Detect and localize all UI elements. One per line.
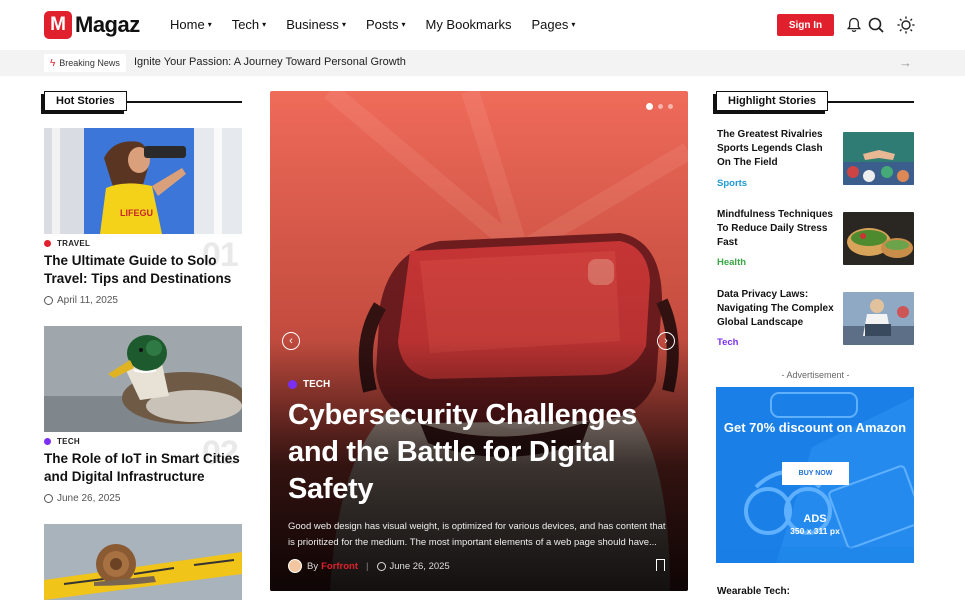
story-title[interactable]: The Role of IoT in Smart Cities and Digi… [44,450,244,486]
by-label: By [307,560,319,572]
highlight-title[interactable]: Data Privacy Laws: Navigating The Comple… [717,288,839,330]
snail-photo [44,524,242,600]
mallard-duck-photo [44,326,242,432]
breaking-news-label: Breaking News [59,58,120,68]
section-title: Hot Stories [44,91,127,111]
hero-meta: By Forfront | June 26, 2025 [288,559,450,573]
slider-dot[interactable] [646,103,653,110]
nav-item-label: My Bookmarks [425,17,512,32]
nav-item-label: Posts [365,17,399,32]
story-date: April 11, 2025 [44,295,118,306]
breaking-news-headline[interactable]: Ignite Your Passion: A Journey Toward Pe… [134,56,406,68]
site-logo[interactable]: M Magaz [44,11,140,39]
section-title: Highlight Stories [716,91,828,111]
author-avatar[interactable] [288,559,302,573]
nav-item-pages[interactable]: Pages ▾ [531,17,575,32]
highlight-title[interactable]: The Greatest Rivalries Sports Legends Cl… [717,128,839,170]
food-plate-photo [843,212,914,265]
svg-text:LIFEGU: LIFEGU [120,208,153,218]
ad-size-label: 350 x 311 px [790,526,840,536]
slider-dot[interactable] [668,104,673,109]
chevron-down-icon: ▾ [262,20,267,29]
nav-item-posts[interactable]: Posts ▾ [366,17,406,32]
breaking-news-bar: ϟ Breaking News Ignite Your Passion: A J… [0,50,965,76]
sun-icon[interactable] [897,16,915,34]
story-category[interactable]: TRAVEL [44,239,90,248]
breaking-news-badge: ϟ Breaking News [44,54,126,72]
highlight-category[interactable]: Health [717,257,746,268]
chevron-down-icon: ▾ [571,20,576,29]
sports-handshake-photo [843,132,914,185]
story-title[interactable]: The Ultimate Guide to Solo Travel: Tips … [44,252,244,288]
highlight-title[interactable]: Mindfulness Techniques To Reduce Daily S… [717,208,839,250]
category-label: TECH [57,437,80,446]
chevron-down-icon: ▾ [341,20,346,29]
clock-icon [44,296,53,305]
chevron-down-icon: ▾ [207,20,212,29]
logo-text: Magaz [75,12,140,37]
ad-banner[interactable]: Get 70% discount on Amazon BUY NOW ADS 3… [716,387,914,563]
slider-dot[interactable] [658,104,663,109]
story-category[interactable]: TECH [44,437,80,446]
chevron-right-icon[interactable]: › [657,332,675,350]
chevron-left-icon[interactable]: ‹ [282,332,300,350]
clock-icon [44,494,53,503]
vr-headset-photo [270,91,688,591]
meta-divider: | [366,560,369,572]
nav-item-label: Tech [231,17,260,32]
category-label: TRAVEL [57,239,91,248]
site-header: M Magaz Home ▾ Tech ▾ Business ▾ Posts ▾ My … [0,0,965,50]
highlight-image[interactable] [843,212,914,265]
sign-in-button[interactable]: Sign In [777,14,834,36]
hero-excerpt: Good web design has visual weight, is op… [288,521,666,548]
search-icon[interactable] [867,16,885,34]
hero-date: June 26, 2025 [389,560,450,572]
highlight-title[interactable]: Wearable Tech: [717,586,790,597]
highlight-category[interactable]: Tech [717,337,738,348]
nav-item-label: Pages [531,17,569,32]
traveler-binoculars-photo: LIFEGU [44,128,242,234]
laptop-street-photo [843,292,914,345]
logo-mark: M [44,11,72,39]
nav-item-label: Business [286,17,339,32]
story-image[interactable] [44,326,242,432]
author-name[interactable]: Forfront [321,561,358,572]
highlight-category[interactable]: Sports [717,178,747,189]
nav-item-label: Home [170,17,205,32]
chevron-down-icon: ▾ [401,20,406,29]
bell-icon[interactable] [845,16,863,34]
hot-stories-heading: Hot Stories [44,91,242,117]
category-label: TECH [303,379,331,390]
lightning-icon: ϟ [50,57,56,69]
slider-dots [646,103,678,110]
hero-title[interactable]: Cybersecurity Challenges and the Battle … [288,397,678,508]
clock-icon [376,561,386,571]
bookmark-icon[interactable] [656,559,665,571]
ad-sub-label: ADS [803,513,827,525]
story-date: June 26, 2025 [44,493,120,504]
date-label: June 26, 2025 [57,493,121,504]
category-dot [44,240,51,247]
ad-headline: Get 70% discount on Amazon [723,420,907,435]
story-image[interactable]: LIFEGU [44,128,242,234]
story-image[interactable] [44,524,242,600]
category-dot [288,380,297,389]
arrow-right-icon[interactable]: → [899,55,912,70]
main-nav: Home ▾ Tech ▾ Business ▾ Posts ▾ My Bookmark… [170,17,595,32]
date-label: April 11, 2025 [57,295,118,306]
highlight-image[interactable] [843,132,914,185]
highlight-image[interactable] [843,292,914,345]
buy-now-button[interactable]: BUY NOW [782,462,849,485]
advertisement-label: - Advertisement - [781,370,850,380]
hero-category[interactable]: TECH [288,379,330,390]
nav-item-bookmarks[interactable]: My Bookmarks [425,17,511,32]
nav-item-home[interactable]: Home ▾ [170,17,212,32]
nav-item-tech[interactable]: Tech ▾ [232,17,266,32]
highlight-stories-heading: Highlight Stories [716,91,914,117]
category-dot [44,438,51,445]
nav-item-business[interactable]: Business ▾ [286,17,346,32]
featured-slider[interactable]: ‹ › TECH Cybersecurity Challenges and th… [270,91,688,591]
